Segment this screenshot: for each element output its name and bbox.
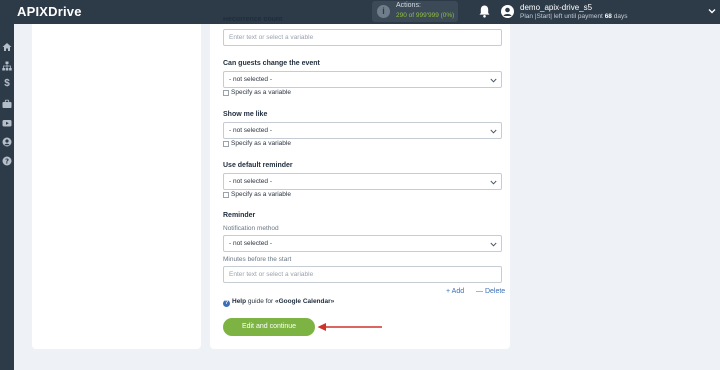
sidebar: $ ? bbox=[0, 24, 14, 370]
sitemap-icon[interactable] bbox=[2, 61, 12, 71]
guests-change-value: - not selected - bbox=[229, 76, 272, 83]
show-me-like-label: Show me like bbox=[223, 111, 268, 118]
user-name[interactable]: demo_apix-drive_s5 bbox=[520, 3, 592, 12]
arrow-annotation-icon bbox=[317, 323, 382, 331]
help-guide: ? Help guide for «Google Calendar» bbox=[223, 298, 334, 307]
help-link[interactable]: Help bbox=[232, 298, 246, 305]
actions-counter[interactable]: i Actions: 290 of 999'999 (0%) bbox=[372, 1, 458, 22]
briefcase-icon[interactable] bbox=[2, 99, 12, 109]
video-icon[interactable] bbox=[2, 118, 12, 128]
chevron-down-icon bbox=[490, 180, 497, 185]
svg-text:?: ? bbox=[5, 158, 9, 166]
home-icon[interactable] bbox=[2, 42, 12, 52]
help-icon[interactable]: ? bbox=[2, 156, 12, 166]
show-me-like-specify-checkbox[interactable] bbox=[223, 141, 229, 147]
recurrence-count-input[interactable]: Enter text or select a variable bbox=[223, 29, 502, 46]
help-text: guide for bbox=[247, 298, 274, 305]
reminder-label: Reminder bbox=[223, 212, 256, 219]
actions-count: 290 of 999'999 (0%) bbox=[396, 12, 455, 19]
notification-method-label: Notification method bbox=[223, 225, 279, 232]
show-me-like-specify-label: Specify as a variable bbox=[231, 140, 291, 147]
top-bar: APIXDrive i Actions: 290 of 999'999 (0%)… bbox=[0, 0, 720, 24]
minutes-before-label: Minutes before the start bbox=[223, 256, 292, 263]
plan-info: Plan |Start| left until payment 68 days bbox=[520, 13, 627, 20]
guests-change-select[interactable]: - not selected - bbox=[223, 71, 502, 88]
default-reminder-label: Use default reminder bbox=[223, 162, 293, 169]
default-reminder-select[interactable]: - not selected - bbox=[223, 173, 502, 190]
dollar-icon[interactable]: $ bbox=[2, 79, 12, 89]
recurrence-count-placeholder: Enter text or select a variable bbox=[229, 34, 314, 41]
help-service-link[interactable]: «Google Calendar» bbox=[275, 298, 334, 305]
notification-method-value: - not selected - bbox=[229, 240, 272, 247]
plan-suffix: days bbox=[613, 13, 628, 20]
default-reminder-specify-checkbox[interactable] bbox=[223, 192, 229, 198]
bell-icon[interactable] bbox=[479, 5, 490, 18]
default-reminder-value: - not selected - bbox=[229, 178, 272, 185]
minutes-before-placeholder: Enter text or select a variable bbox=[229, 271, 314, 278]
chevron-down-icon[interactable] bbox=[708, 7, 716, 15]
show-me-like-select[interactable]: - not selected - bbox=[223, 122, 502, 139]
delete-reminder-link[interactable]: — Delete bbox=[476, 288, 505, 295]
notification-method-select[interactable]: - not selected - bbox=[223, 235, 502, 252]
guests-specify-label: Specify as a variable bbox=[231, 89, 291, 96]
help-icon: ? bbox=[223, 300, 230, 307]
recurrence-count-label: Recurrence count bbox=[223, 17, 283, 22]
info-icon: i bbox=[377, 5, 390, 18]
user-icon[interactable] bbox=[501, 5, 514, 18]
plan-days: 68 bbox=[604, 13, 612, 20]
chevron-down-icon bbox=[490, 78, 497, 83]
minutes-before-input[interactable]: Enter text or select a variable bbox=[223, 266, 502, 283]
app-logo[interactable]: APIXDrive bbox=[17, 4, 82, 19]
actions-title: Actions: bbox=[396, 2, 421, 9]
guests-change-label: Can guests change the event bbox=[223, 60, 320, 67]
guests-specify-checkbox[interactable] bbox=[223, 90, 229, 96]
show-me-like-value: - not selected - bbox=[229, 127, 272, 134]
user-icon[interactable] bbox=[2, 137, 12, 147]
add-reminder-link[interactable]: + Add bbox=[446, 288, 464, 295]
chevron-down-icon bbox=[490, 242, 497, 247]
edit-and-continue-button[interactable]: Edit and continue bbox=[223, 318, 315, 336]
default-reminder-specify-label: Specify as a variable bbox=[231, 191, 291, 198]
left-panel bbox=[32, 24, 201, 349]
chevron-down-icon bbox=[490, 129, 497, 134]
plan-prefix: Plan |Start| left until payment bbox=[520, 13, 603, 20]
